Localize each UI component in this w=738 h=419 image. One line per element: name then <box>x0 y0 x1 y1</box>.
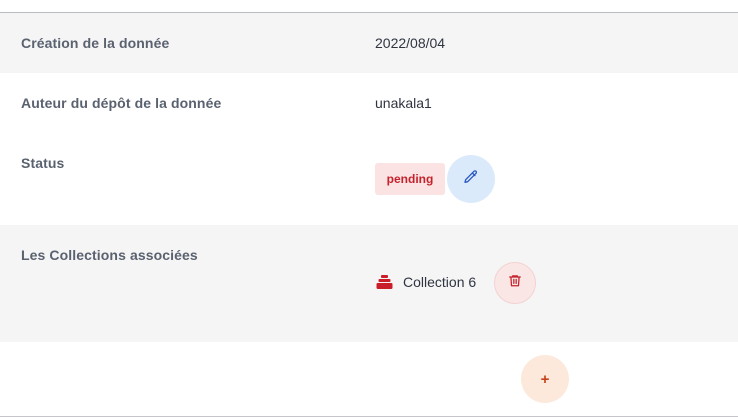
pencil-icon <box>463 169 479 190</box>
auteur-row: Auteur du dépôt de la donnée unakala1 <box>0 73 738 133</box>
creation-value: 2022/08/04 <box>375 35 446 51</box>
collections-row: Les Collections associées Collection 6 <box>0 225 738 342</box>
auteur-label: Auteur du dépôt de la donnée <box>21 95 222 111</box>
delete-collection-button[interactable] <box>494 262 536 304</box>
collection-item[interactable]: Collection 6 <box>376 273 476 290</box>
add-collection-button[interactable]: + <box>521 355 569 403</box>
status-badge: pending <box>375 163 445 195</box>
creation-label: Création de la donnée <box>21 35 170 51</box>
creation-row: Création de la donnée 2022/08/04 <box>0 13 738 73</box>
collection-name: Collection 6 <box>403 273 477 290</box>
auteur-value: unakala1 <box>375 95 432 111</box>
collections-label: Les Collections associées <box>21 247 198 263</box>
bottom-divider <box>0 416 738 417</box>
status-label: Status <box>21 155 65 171</box>
status-row: Status pending <box>0 133 738 225</box>
trash-icon <box>508 273 522 293</box>
collection-stack-icon <box>376 273 393 290</box>
edit-status-button[interactable] <box>447 155 495 203</box>
